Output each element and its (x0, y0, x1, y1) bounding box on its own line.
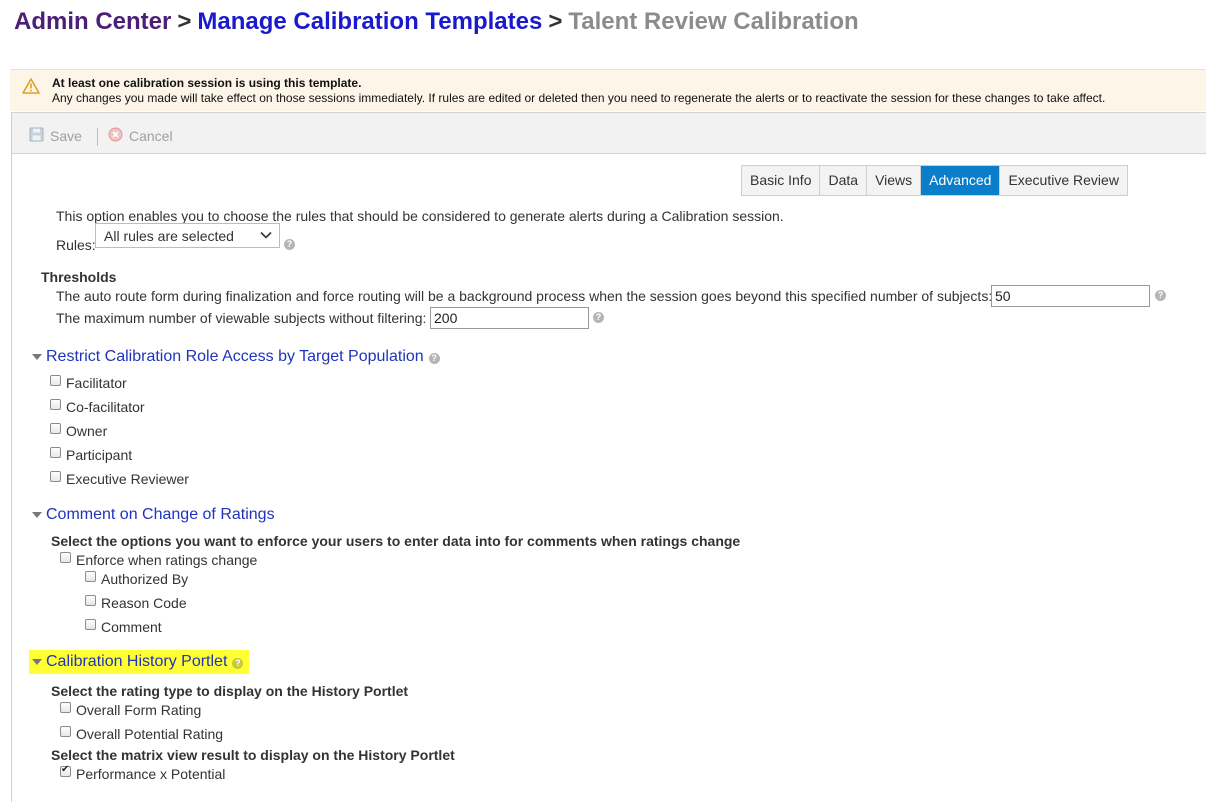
comment-change-title: Comment on Change of Ratings (46, 506, 275, 523)
rules-help-icon[interactable]: ? (284, 239, 295, 250)
auto-route-label: The auto route form during finalization … (56, 288, 993, 304)
collapse-triangle-icon (32, 659, 42, 665)
tab-data[interactable]: Data (820, 166, 868, 195)
comment-change-section-toggle[interactable]: Comment on Change of Ratings (32, 506, 275, 524)
role-participant-label: Participant (66, 447, 133, 463)
max-viewable-label: The maximum number of viewable subjects … (56, 310, 427, 326)
tab-executive-review[interactable]: Executive Review (1000, 166, 1127, 195)
breadcrumb: Admin Center > Manage Calibration Template… (14, 8, 859, 36)
history-portlet-title: Calibration History Portlet (46, 653, 228, 670)
breadcrumb-manage-templates[interactable]: Manage Calibration Templates (197, 8, 542, 35)
rules-dropdown-value: All rules are selected (104, 228, 234, 244)
role-owner-checkbox[interactable] (50, 423, 61, 434)
role-co-facilitator-label: Co-facilitator (66, 399, 145, 415)
tab-bar: Basic Info Data Views Advanced Executive… (741, 165, 1128, 196)
overall-potential-rating-label: Overall Potential Rating (76, 726, 224, 742)
role-participant-checkbox[interactable] (50, 447, 61, 458)
role-owner-label: Owner (66, 423, 108, 439)
save-button[interactable]: Save (29, 127, 82, 145)
enforce-ratings-change-label: Enforce when ratings change (76, 552, 258, 568)
cancel-icon (108, 127, 123, 145)
overall-form-rating-checkbox[interactable] (60, 702, 71, 713)
authorized-by-label: Authorized By (101, 571, 189, 587)
breadcrumb-current-page: Talent Review Calibration (568, 8, 859, 35)
role-executive-reviewer-checkbox[interactable] (50, 471, 61, 482)
performance-potential-label: Performance x Potential (76, 766, 226, 782)
restrict-access-help-icon[interactable]: ? (428, 352, 440, 364)
history-portlet-section-toggle[interactable]: Calibration History Portlet ? (29, 650, 250, 674)
cancel-button[interactable]: Cancel (108, 127, 173, 145)
rules-description: This option enables you to choose the ru… (56, 208, 784, 224)
overall-form-rating-label: Overall Form Rating (76, 702, 202, 718)
auto-route-input[interactable] (991, 285, 1150, 307)
role-facilitator-checkbox[interactable] (50, 375, 61, 386)
chevron-down-icon (259, 228, 273, 245)
comment-change-subtitle: Select the options you want to enforce y… (51, 533, 741, 549)
comment-checkbox[interactable] (85, 619, 96, 630)
role-co-facilitator-checkbox[interactable] (50, 399, 61, 410)
restrict-access-title: Restrict Calibration Role Access by Targ… (46, 348, 424, 365)
authorized-by-checkbox[interactable] (85, 571, 96, 582)
collapse-triangle-icon (32, 354, 42, 360)
restrict-access-section-toggle[interactable]: Restrict Calibration Role Access by Targ… (32, 348, 440, 366)
rules-dropdown[interactable]: All rules are selected (95, 223, 280, 248)
collapse-triangle-icon (32, 512, 42, 518)
breadcrumb-separator: > (548, 8, 563, 35)
breadcrumb-admin-center[interactable]: Admin Center (14, 8, 171, 35)
template-panel: Save Cancel Basic Info Data Views Advanc… (11, 112, 1206, 802)
rules-label: Rules: (56, 237, 96, 253)
reason-code-label: Reason Code (101, 595, 187, 611)
toolbar: Save Cancel (12, 112, 1206, 154)
cancel-label: Cancel (129, 128, 173, 144)
comment-label: Comment (101, 619, 162, 635)
warning-message: Any changes you made will take effect on… (52, 91, 1106, 105)
breadcrumb-separator: > (177, 8, 192, 35)
tab-advanced[interactable]: Advanced (921, 166, 1001, 195)
tab-basic-info[interactable]: Basic Info (742, 166, 821, 195)
save-label: Save (50, 128, 82, 144)
warning-icon (22, 78, 40, 98)
warning-title: At least one calibration session is usin… (52, 76, 362, 90)
role-executive-reviewer-label: Executive Reviewer (66, 471, 189, 487)
overall-potential-rating-checkbox[interactable] (60, 726, 71, 737)
rating-type-heading: Select the rating type to display on the… (51, 683, 409, 699)
role-facilitator-label: Facilitator (66, 375, 127, 391)
matrix-view-heading: Select the matrix view result to display… (51, 747, 455, 763)
thresholds-title: Thresholds (41, 269, 117, 285)
history-portlet-help-icon[interactable]: ? (232, 657, 244, 669)
enforce-ratings-change-checkbox[interactable] (60, 552, 71, 563)
save-icon (29, 127, 44, 145)
tab-views[interactable]: Views (867, 166, 922, 195)
max-viewable-input[interactable] (430, 307, 589, 329)
performance-potential-checkbox[interactable] (60, 764, 71, 777)
warning-banner: At least one calibration session is usin… (10, 69, 1206, 111)
auto-route-help-icon[interactable]: ? (1155, 290, 1166, 301)
reason-code-checkbox[interactable] (85, 595, 96, 606)
toolbar-divider (97, 128, 98, 146)
max-viewable-help-icon[interactable]: ? (593, 312, 604, 323)
